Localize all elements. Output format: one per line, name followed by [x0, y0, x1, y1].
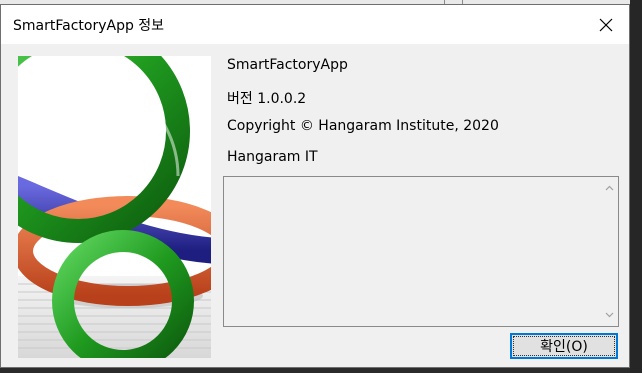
ok-button[interactable]: 확인(O)	[510, 333, 618, 359]
scroll-down-arrow-icon[interactable]	[605, 310, 614, 319]
rings-logo	[18, 56, 211, 358]
focus-rectangle	[513, 336, 615, 356]
description-textbox[interactable]	[223, 176, 619, 327]
scroll-up-arrow-icon[interactable]	[605, 184, 614, 193]
title-bar[interactable]: SmartFactoryApp 정보	[1, 5, 629, 44]
vertical-scrollbar[interactable]	[601, 177, 618, 326]
app-logo-image	[18, 56, 211, 358]
version-label: 버전 1.0.0.2	[227, 91, 307, 107]
background-window	[630, 0, 642, 373]
product-name: SmartFactoryApp	[227, 57, 348, 73]
window-title: SmartFactoryApp 정보	[13, 18, 165, 34]
copyright-label: Copyright © Hangaram Institute, 2020	[227, 118, 499, 134]
about-dialog: SmartFactoryApp 정보 SmartFactoryApp 버전 1.…	[0, 4, 630, 368]
company-label: Hangaram IT	[227, 149, 318, 165]
close-button[interactable]	[583, 5, 629, 44]
close-icon	[599, 18, 613, 31]
